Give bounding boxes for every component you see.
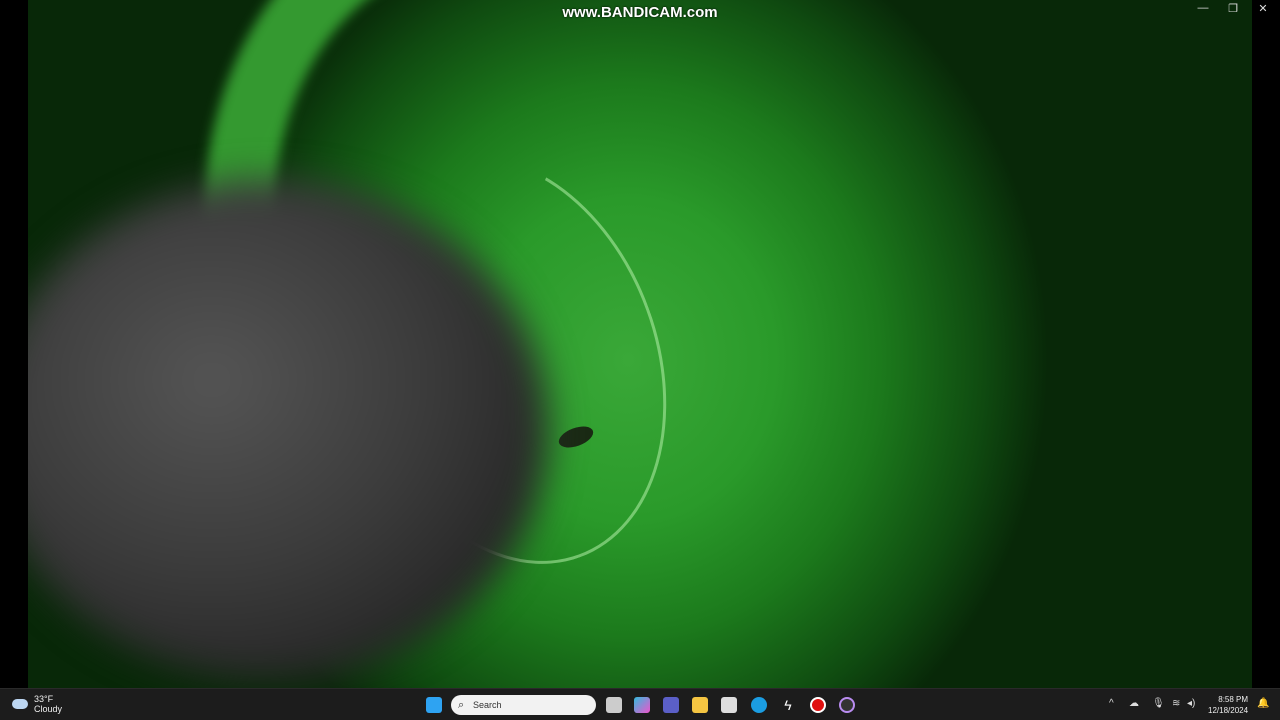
clock-time: 8:58 PM [1218, 695, 1249, 704]
search-placeholder: Search [473, 700, 502, 710]
wifi-icon[interactable]: ≋ [1172, 698, 1180, 709]
weather-widget[interactable]: 33°F Cloudy [12, 694, 62, 714]
copilot-icon[interactable] [634, 697, 650, 713]
app-lightning-icon[interactable]: ϟ [780, 697, 796, 713]
onedrive-icon[interactable]: ☁ [1129, 698, 1139, 709]
edge-icon[interactable] [751, 697, 767, 713]
file-explorer-icon[interactable] [692, 697, 708, 713]
taskbar: 33°F Cloudy ⌕ Search ϟ ^ ☁ 🎙 ≋ ◂) 8:58 PM… [0, 688, 1280, 720]
video-frame [28, 0, 1252, 688]
store-icon[interactable] [721, 697, 737, 713]
show-hidden-icons-icon[interactable]: ^ [1109, 698, 1114, 709]
search-icon: ⌕ [458, 699, 465, 711]
microphone-icon[interactable]: 🎙 [1152, 698, 1165, 709]
notification-bell-icon[interactable]: 🔔 [1257, 698, 1269, 709]
start-windows-icon[interactable] [426, 697, 442, 713]
teams-icon[interactable] [663, 697, 679, 713]
volume-icon[interactable]: ◂) [1187, 698, 1195, 709]
weather-condition: Cloudy [34, 704, 63, 714]
weather-temp: 33°F [34, 694, 54, 704]
search-box[interactable]: ⌕ Search [451, 695, 596, 715]
bandicam-watermark: www.BANDICAM.com [562, 4, 718, 21]
task-view-icon[interactable] [606, 697, 622, 713]
bandicam-record-icon[interactable] [810, 697, 826, 713]
clock-date: 12/18/2024 [1208, 706, 1249, 715]
cloud-icon [12, 699, 28, 709]
close-button[interactable]: ✕ [1248, 2, 1278, 15]
media-player-icon[interactable] [839, 697, 855, 713]
clock[interactable]: 8:58 PM 12/18/2024 [1208, 694, 1248, 716]
minimize-button[interactable]: — [1188, 2, 1218, 14]
restore-button[interactable]: ❐ [1218, 2, 1248, 15]
